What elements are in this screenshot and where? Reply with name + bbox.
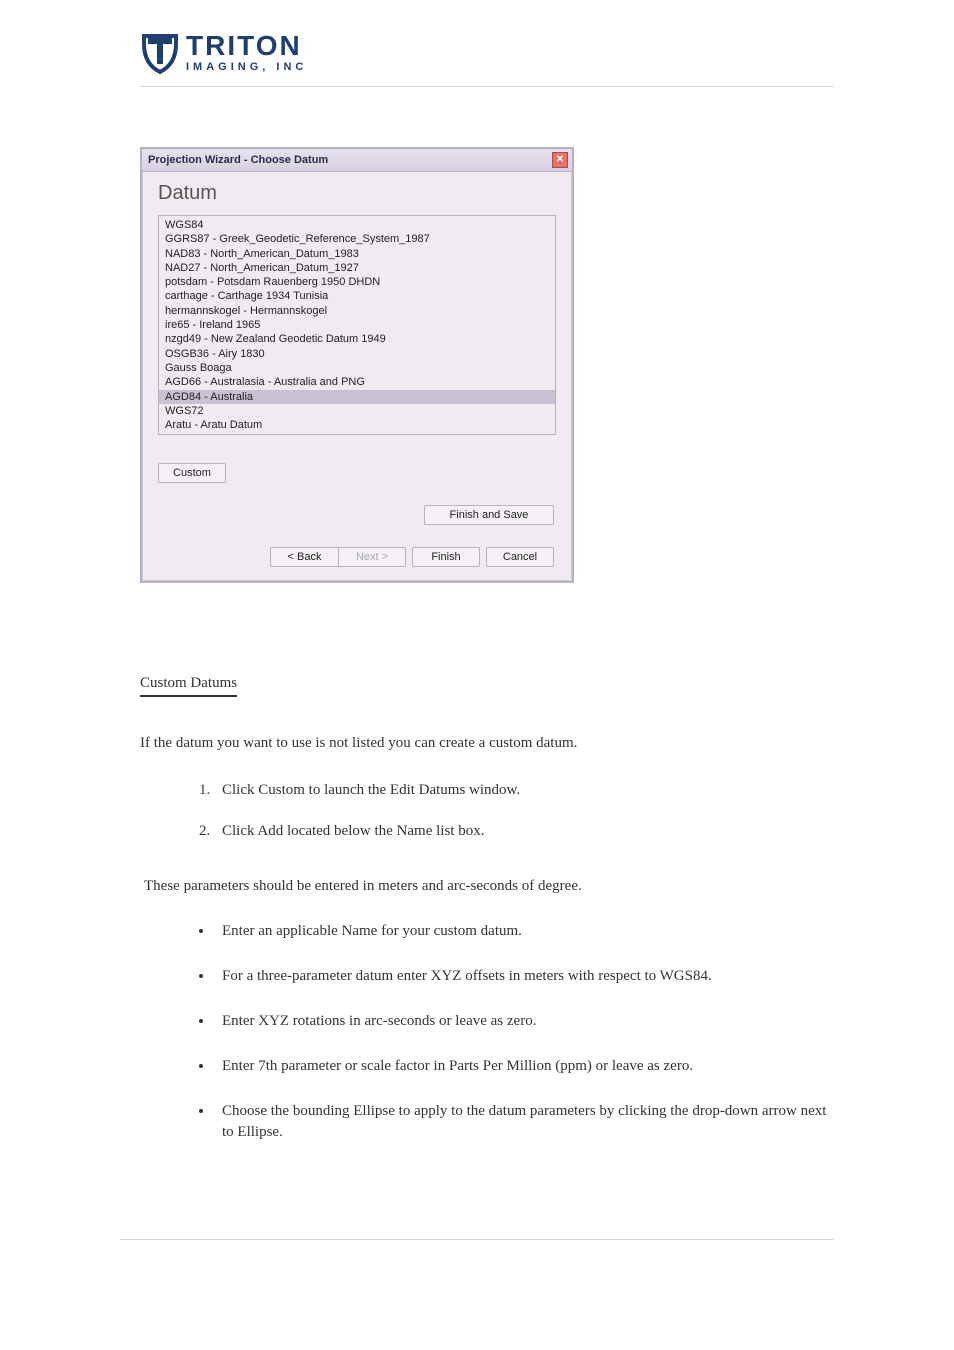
list-item: For a three-parameter datum enter XYZ of… (214, 966, 834, 987)
list-item[interactable]: WGS72 (159, 404, 555, 418)
list-item[interactable]: nzgd49 - New Zealand Geodetic Datum 1949 (159, 332, 555, 346)
list-item[interactable]: potsdam - Potsdam Rauenberg 1950 DHDN (159, 275, 555, 289)
list-item[interactable]: WGS84 (159, 218, 555, 232)
finish-and-save-button[interactable]: Finish and Save (424, 505, 554, 525)
back-button[interactable]: < Back (270, 547, 338, 567)
list-item[interactable]: NAD83 - North_American_Datum_1983 (159, 247, 555, 261)
finish-button[interactable]: Finish (412, 547, 480, 567)
list-item[interactable]: OSGB36 - Airy 1830 (159, 347, 555, 361)
list-item[interactable]: ire65 - Ireland 1965 (159, 318, 555, 332)
next-button: Next > (338, 547, 406, 567)
list-item[interactable]: carthage - Carthage 1934 Tunisia (159, 289, 555, 303)
list-item: Click Custom to launch the Edit Datums w… (214, 780, 834, 801)
list-item[interactable]: AGD66 - Australasia - Australia and PNG (159, 375, 555, 389)
list-item[interactable]: NAD27 - North_American_Datum_1927 (159, 261, 555, 275)
cancel-button[interactable]: Cancel (486, 547, 554, 567)
page-header: TRITON IMAGING, INC (140, 30, 834, 87)
datum-listbox[interactable]: WGS84 GGRS87 - Greek_Geodetic_Reference_… (158, 215, 556, 435)
list-item: Enter XYZ rotations in arc-seconds or le… (214, 1011, 834, 1032)
dialog-section-label: Datum (158, 182, 556, 205)
list-item: Enter an applicable Name for your custom… (214, 921, 834, 942)
list-item: Choose the bounding Ellipse to apply to … (214, 1101, 834, 1143)
intro-text: If the datum you want to use is not list… (140, 733, 834, 754)
brand-name: TRITON (186, 32, 307, 60)
list-item[interactable]: AGD84 - Australia (159, 390, 555, 404)
list-item[interactable]: hermannskogel - Hermannskogel (159, 304, 555, 318)
list-item[interactable]: GGRS87 - Greek_Geodetic_Reference_System… (159, 232, 555, 246)
custom-button[interactable]: Custom (158, 463, 226, 483)
close-icon[interactable]: ✕ (552, 152, 568, 168)
brand-sub: IMAGING, INC (186, 62, 307, 73)
steps-list: Click Custom to launch the Edit Datums w… (214, 780, 834, 842)
params-list: Enter an applicable Name for your custom… (214, 921, 834, 1143)
triton-shield-icon (140, 30, 180, 74)
back-next-group: < Back Next > (270, 547, 406, 567)
dialog-title-text: Projection Wizard - Choose Datum (148, 154, 328, 166)
brand-logo: TRITON IMAGING, INC (140, 30, 307, 74)
list-item[interactable]: Gauss Boaga (159, 361, 555, 375)
projection-wizard-dialog: Projection Wizard - Choose Datum ✕ Datum… (140, 147, 574, 583)
doc-section: Custom Datums If the datum you want to u… (140, 673, 834, 1143)
section-heading: Custom Datums (140, 673, 237, 697)
list-item: Click Add located below the Name list bo… (214, 821, 834, 842)
footer-divider (120, 1239, 834, 1240)
dialog-titlebar[interactable]: Projection Wizard - Choose Datum ✕ (142, 149, 572, 172)
list-item[interactable]: Aratu - Aratu Datum (159, 418, 555, 432)
params-intro: These parameters should be entered in me… (144, 876, 834, 897)
list-item: Enter 7th parameter or scale factor in P… (214, 1056, 834, 1077)
